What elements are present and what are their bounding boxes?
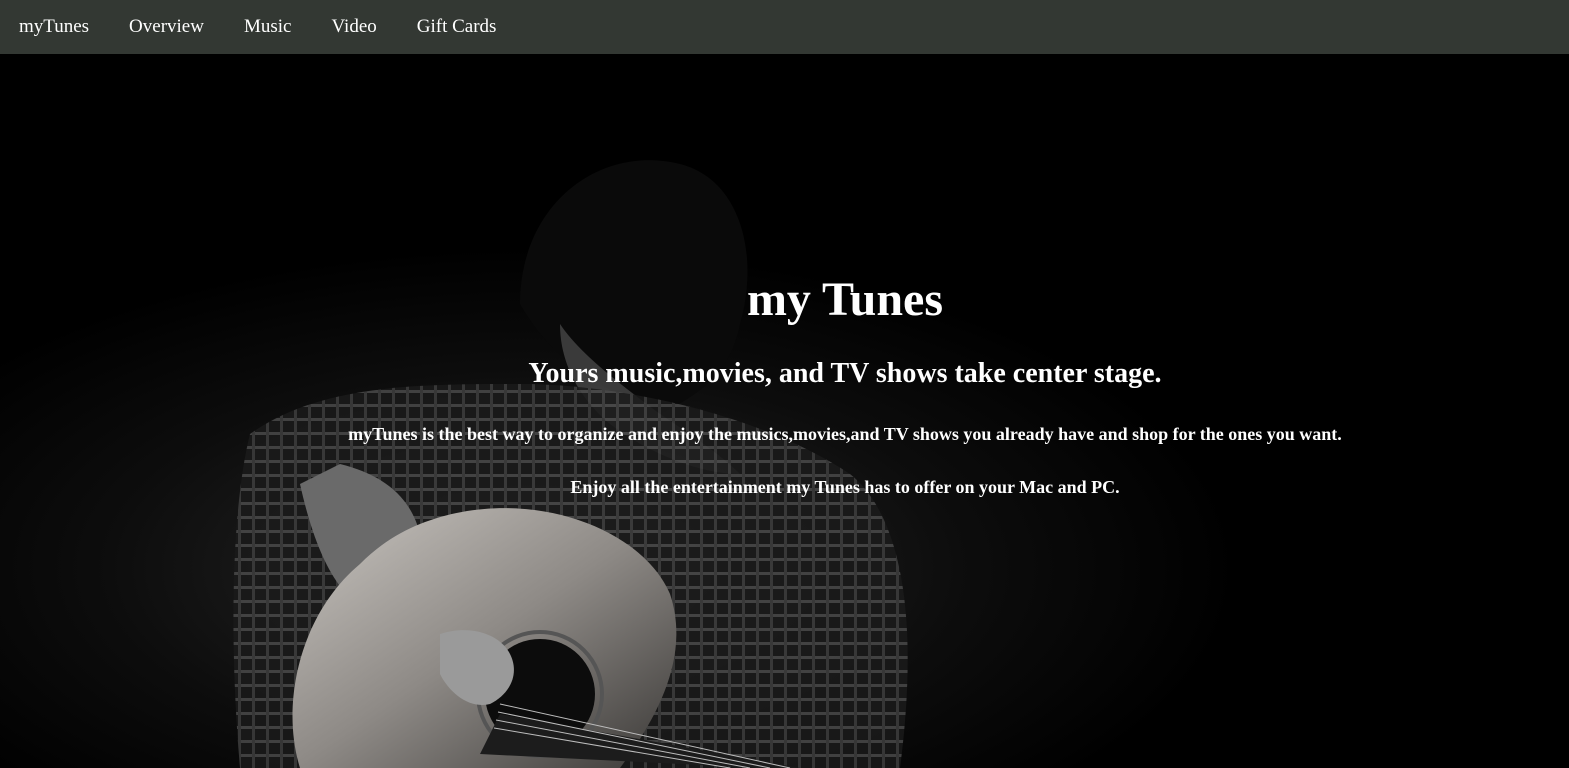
hero-tagline: Enjoy all the entertainment my Tunes has…: [570, 477, 1120, 497]
nav-link-overview[interactable]: Overview: [129, 0, 204, 54]
nav-link-gift-cards[interactable]: Gift Cards: [417, 0, 497, 54]
nav-link-video[interactable]: Video: [331, 0, 376, 54]
hero-description: myTunes is the best way to organize and …: [348, 424, 1342, 444]
nav-link-mytunes[interactable]: myTunes: [19, 0, 89, 54]
top-navbar: myTunes Overview Music Video Gift Cards: [0, 0, 1569, 54]
hero-subtitle: Yours music,movies, and TV shows take ce…: [528, 358, 1162, 389]
hero-section: my Tunes Yours music,movies, and TV show…: [0, 54, 1569, 768]
hero-title: my Tunes: [746, 273, 944, 326]
nav-link-music[interactable]: Music: [244, 0, 292, 54]
hero-text-block: my Tunes Yours music,movies, and TV show…: [0, 54, 1569, 768]
